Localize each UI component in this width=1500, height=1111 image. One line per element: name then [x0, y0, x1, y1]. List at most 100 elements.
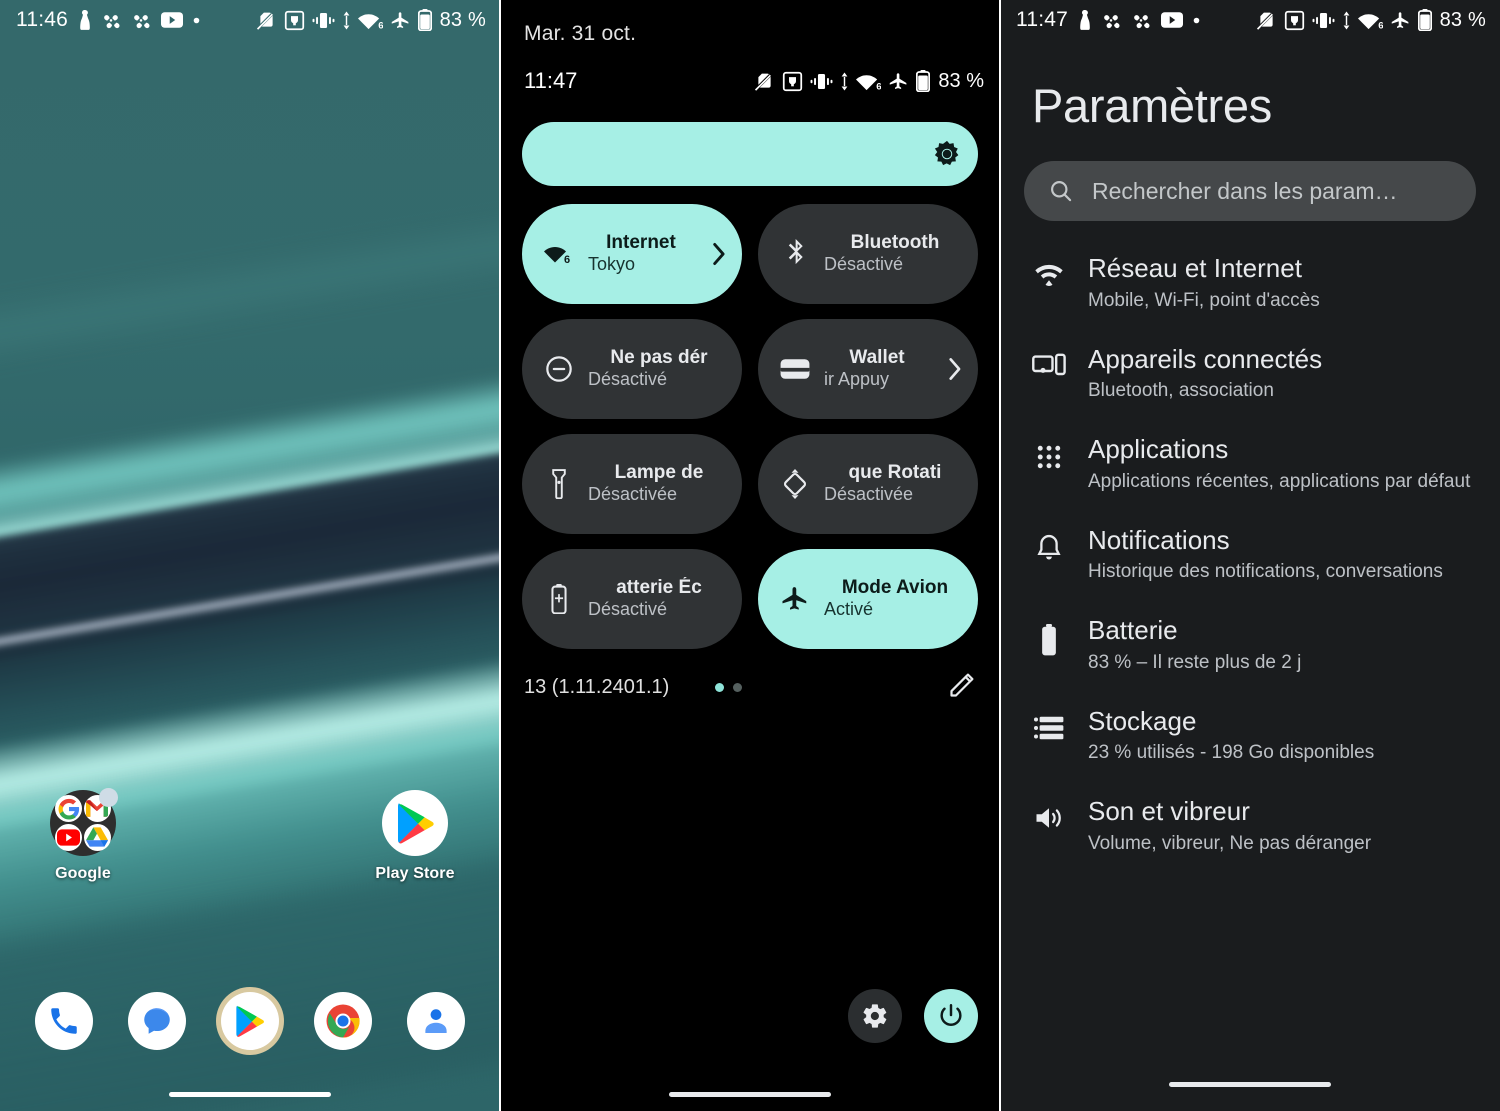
battery-saver-icon [544, 584, 574, 614]
chevron-right-icon[interactable] [944, 357, 966, 381]
tile-title: Ne pas dér [610, 347, 708, 369]
qs-status-bar: 11:47 6 [500, 46, 1000, 94]
airplane-icon [1390, 10, 1411, 31]
battery-percent: 83 % [938, 69, 984, 92]
wallpaper [0, 0, 500, 1111]
qs-date: Mar. 31 oct. [524, 22, 637, 45]
settings-item-desc: 23 % utilisés - 198 Go disponibles [1088, 742, 1375, 764]
settings-status-bar: 11:47 83 % [1000, 0, 1500, 40]
dnd-icon [544, 355, 574, 383]
pane-divider-1 [499, 0, 501, 1111]
play-store-icon[interactable] [382, 790, 448, 856]
settings-item-desc: Historique des notifications, conversati… [1088, 561, 1443, 583]
youtube-icon [161, 12, 183, 28]
no-sim-icon [1256, 10, 1277, 31]
settings-item-sound[interactable]: Son et vibreur Volume, vibreur, Ne pas d… [1000, 780, 1500, 871]
play-store-icon[interactable] [220, 992, 279, 1050]
tile-title: Lampe de [614, 462, 704, 484]
vibrate-icon [810, 72, 833, 91]
home-app-google-folder[interactable]: Google [0, 788, 166, 910]
settings-item-battery[interactable]: Batterie 83 % – Il reste plus de 2 j [1000, 599, 1500, 690]
qs-tile-bluetooth[interactable]: Bluetooth Désactivé [758, 204, 978, 304]
home-app-play-store[interactable]: Play Store [332, 790, 498, 910]
tile-subtitle: Désactivé [588, 599, 668, 620]
battery-icon [417, 9, 432, 31]
settings-item-storage[interactable]: Stockage 23 % utilisés - 198 Go disponib… [1000, 690, 1500, 781]
status-time: 11:47 [524, 68, 578, 93]
tile-title: Mode Avion [841, 577, 949, 599]
settings-item-desc: Volume, vibreur, Ne pas déranger [1088, 832, 1372, 854]
qs-tile-wallet[interactable]: Wallet ir Appuy [758, 319, 978, 419]
qs-tile-internet[interactable]: 6 Internet Tokyo [522, 204, 742, 304]
wifi-6-icon: 6 [544, 242, 574, 266]
settings-item-network[interactable]: Réseau et Internet Mobile, Wi-Fi, point … [1000, 237, 1500, 328]
screen-record-icon [782, 71, 803, 92]
search-icon [1048, 178, 1074, 204]
settings-item-connected-devices[interactable]: Appareils connectés Bluetooth, associati… [1000, 328, 1500, 419]
bell-icon [1032, 524, 1066, 564]
home-spacer-1 [166, 790, 332, 910]
search-input[interactable]: Rechercher dans les param… [1024, 161, 1476, 221]
home-dock [0, 983, 500, 1059]
settings-item-desc: Bluetooth, association [1088, 380, 1274, 402]
qs-tile-battery-saver[interactable]: atterie Éc Désactivé [522, 549, 742, 649]
airplane-icon [390, 10, 411, 31]
messages-icon[interactable] [128, 992, 187, 1050]
airplane-icon [888, 71, 909, 92]
tile-subtitle: Désactivé [824, 254, 904, 275]
settings-item-notifications[interactable]: Notifications Historique des notificatio… [1000, 509, 1500, 600]
qs-tile-auto-rotate[interactable]: que Rotati Désactivée [758, 434, 978, 534]
youtube-icon [55, 823, 83, 851]
qs-tile-airplane-mode[interactable]: Mode Avion Activé [758, 549, 978, 649]
tile-subtitle: Désactivée [588, 484, 678, 505]
chrome-icon[interactable] [313, 992, 372, 1050]
qs-page-indicator[interactable] [715, 683, 743, 692]
settings-nav-pill[interactable] [1169, 1082, 1331, 1087]
page-dot-2[interactable] [733, 683, 743, 692]
data-arrows-icon [840, 72, 849, 91]
settings-item-desc: 83 % – Il reste plus de 2 j [1088, 651, 1302, 673]
home-status-bar: 11:46 83 % [0, 0, 500, 40]
battery-icon [1032, 614, 1066, 656]
settings-item-applications[interactable]: Applications Applications récentes, appl… [1000, 418, 1500, 509]
qs-footer: 13 (1.11.2401.1) [524, 671, 976, 704]
battery-percent: 83 % [1439, 8, 1486, 31]
qs-bottom-buttons [848, 989, 978, 1043]
page-title: Paramètres [1032, 79, 1272, 132]
no-sim-icon [256, 10, 277, 31]
storage-icon [1032, 705, 1066, 741]
phone-icon[interactable] [35, 992, 94, 1050]
dot-icon [193, 17, 200, 24]
settings-item-title: Notifications [1088, 524, 1230, 555]
battery-percent: 83 % [439, 8, 486, 31]
gear-icon[interactable] [848, 989, 902, 1043]
volume-icon [1032, 795, 1066, 831]
power-icon[interactable] [924, 989, 978, 1043]
tile-title: Bluetooth [850, 232, 940, 254]
rotation-icon [780, 469, 810, 499]
pencil-icon[interactable] [948, 671, 976, 704]
qs-tile-do-not-disturb[interactable]: Ne pas dér Désactivé [522, 319, 742, 419]
brightness-icon [932, 139, 962, 169]
qs-tile-flashlight[interactable]: Lampe de Désactivée [522, 434, 742, 534]
home-nav-pill[interactable] [169, 1092, 331, 1097]
tile-subtitle: Tokyo [588, 254, 636, 275]
settings-item-title: Batterie [1088, 615, 1178, 646]
google-folder-icon[interactable] [50, 788, 118, 856]
tile-title: Wallet [849, 347, 905, 369]
no-sim-icon [754, 71, 775, 92]
dot-icon [1193, 17, 1200, 24]
contacts-icon[interactable] [406, 992, 465, 1050]
page-dot-1[interactable] [715, 683, 725, 692]
tile-subtitle: ir Appuy [824, 369, 890, 390]
chevron-right-icon[interactable] [708, 242, 730, 266]
tile-title: Internet [606, 232, 676, 254]
svg-text:6: 6 [378, 21, 383, 30]
quick-settings-pane: Mar. 31 oct. 11:47 6 [500, 0, 1000, 1111]
qs-nav-pill[interactable] [669, 1092, 831, 1097]
search-placeholder: Rechercher dans les param… [1092, 177, 1398, 204]
fan-icon [1131, 10, 1151, 30]
battery-icon [916, 70, 931, 92]
qs-build-version: 13 (1.11.2401.1) [524, 676, 670, 698]
brightness-slider[interactable] [522, 122, 978, 186]
